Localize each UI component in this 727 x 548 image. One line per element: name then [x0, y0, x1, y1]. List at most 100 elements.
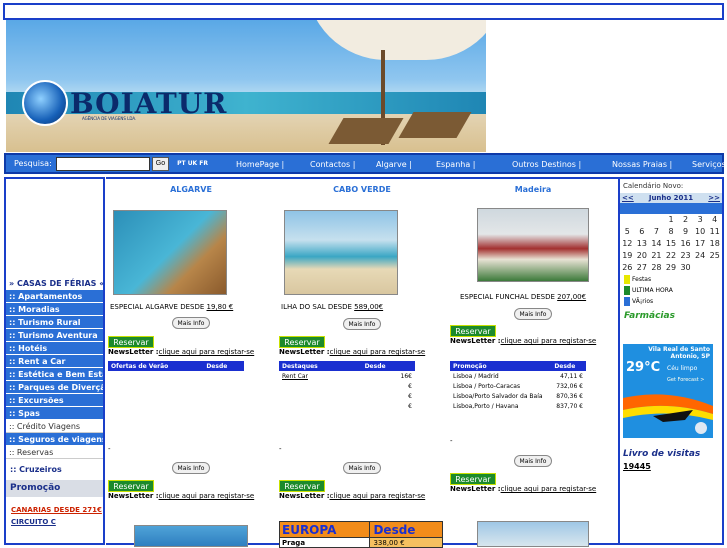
calendar-day[interactable]: [693, 262, 708, 274]
sidebar-item-turismo-aventura[interactable]: :: Turismo Aventura: [6, 329, 103, 342]
mais-info-button[interactable]: Mais Info: [343, 318, 381, 330]
table-row[interactable]: Lisboa,Porto / Havana 837,70 €: [450, 401, 586, 411]
reservar-button[interactable]: Reservar: [108, 480, 154, 492]
calendar-day[interactable]: 6: [635, 226, 650, 238]
calendar-day[interactable]: 8: [664, 226, 679, 238]
calendar-day[interactable]: 25: [707, 250, 722, 262]
mais-info-button[interactable]: Mais Info: [172, 317, 210, 329]
sidebar-item-estetica[interactable]: :: Estética e Bem Estar: [6, 368, 103, 381]
calendar-day[interactable]: 23: [678, 250, 693, 262]
reservar-button[interactable]: Reservar: [279, 480, 325, 492]
calendar-day[interactable]: 2: [678, 214, 693, 226]
calendar-day[interactable]: [707, 262, 722, 274]
sidebar-item-cruzeiros[interactable]: :: Cruzeiros: [6, 463, 103, 476]
sidebar-item-credito-viagens[interactable]: :: Crédito Viagens: [6, 420, 103, 433]
weather-forecast-link[interactable]: Get Forecast >: [667, 377, 704, 383]
reservar-button[interactable]: Reservar: [279, 336, 325, 348]
newsletter-link[interactable]: NewsLetter :clique aqui para registar-se: [450, 337, 596, 345]
europa-city[interactable]: Praga: [278, 537, 371, 548]
calendar-day[interactable]: 27: [635, 262, 650, 274]
newsletter-link[interactable]: NewsLetter :clique aqui para registar-se: [279, 348, 425, 356]
mais-info-button[interactable]: Mais Info: [514, 455, 552, 467]
sidebar-item-hoteis[interactable]: :: Hotéis: [6, 342, 103, 355]
newsletter-link[interactable]: NewsLetter :clique aqui para registar-se: [279, 492, 425, 500]
calendar-day[interactable]: 30: [678, 262, 693, 274]
calendar-day[interactable]: 22: [664, 250, 679, 262]
calendar-day[interactable]: 12: [620, 238, 635, 250]
calendar-day[interactable]: 5: [620, 226, 635, 238]
circuito-link[interactable]: CIRCUITO C: [6, 514, 103, 526]
farmacias-heading[interactable]: Farmácias: [620, 307, 722, 325]
calendar-day[interactable]: [649, 214, 664, 226]
sidebar-item-rent-a-car[interactable]: :: Rent a Car: [6, 355, 103, 368]
calendar-day[interactable]: 11: [707, 226, 722, 238]
weather-widget[interactable]: Vila Real de Santo Antonio, SP 29°C Céu …: [623, 344, 713, 438]
calendar-day[interactable]: 18: [707, 238, 722, 250]
calendar-day[interactable]: [620, 214, 635, 226]
promo-photo[interactable]: [477, 521, 589, 547]
sidebar-item-reservas[interactable]: :: Reservas: [6, 446, 103, 459]
table-row[interactable]: €: [279, 391, 415, 401]
canarias-link[interactable]: CANARIAS DESDE 271€: [6, 497, 103, 514]
calendar-day[interactable]: 7: [649, 226, 664, 238]
nav-link-contactos[interactable]: Contactos |: [310, 160, 355, 169]
livro-visitas-heading[interactable]: Livro de visitas: [623, 449, 700, 459]
sidebar-item-moradias[interactable]: :: Moradias: [6, 303, 103, 316]
newsletter-link[interactable]: NewsLetter :clique aqui para registar-se: [450, 485, 596, 493]
calendar-day[interactable]: 4: [707, 214, 722, 226]
promo-photo[interactable]: [134, 525, 248, 547]
brand-logo[interactable]: BOIATUR AGÊNCIA DE VIAGENS LDA.: [22, 80, 227, 126]
calendar-day[interactable]: 9: [678, 226, 693, 238]
newsletter-link[interactable]: NewsLetter :clique aqui para registar-se: [108, 492, 254, 500]
column-title[interactable]: CABO VERDE: [277, 185, 447, 194]
nav-link-algarve[interactable]: Algarve |: [376, 160, 412, 169]
nav-link-espanha[interactable]: Espanha |: [436, 160, 476, 169]
calendar-day[interactable]: 1: [664, 214, 679, 226]
calendar-prev-link[interactable]: <<: [622, 194, 634, 202]
newsletter-link[interactable]: NewsLetter :clique aqui para registar-se: [108, 348, 254, 356]
calendar-day[interactable]: 3: [693, 214, 708, 226]
reservar-button[interactable]: Reservar: [450, 473, 496, 485]
cabo-verde-photo[interactable]: [284, 210, 398, 295]
calendar-day[interactable]: [635, 214, 650, 226]
table-row[interactable]: Lisboa / Madrid 47,11 €: [450, 371, 586, 381]
sidebar-item-apartamentos[interactable]: :: Apartamentos: [6, 290, 103, 303]
nav-link-homepage[interactable]: HomePage |: [236, 160, 284, 169]
calendar-day[interactable]: 15: [664, 238, 679, 250]
table-row[interactable]: Lisboa / Porto-Caracas 732,06 €: [450, 381, 586, 391]
nav-link-servicos[interactable]: Serviços: [692, 160, 726, 169]
reservar-button[interactable]: Reservar: [450, 325, 496, 337]
mais-info-button[interactable]: Mais Info: [343, 462, 381, 474]
nav-link-nossas-praias[interactable]: Nossas Praias |: [612, 160, 672, 169]
sidebar-item-casas-de-ferias[interactable]: » CASAS DE FÉRIAS «: [6, 277, 103, 290]
column-title[interactable]: ALGARVE: [106, 185, 276, 194]
calendar-day[interactable]: 19: [620, 250, 635, 262]
table-row[interactable]: €: [279, 381, 415, 391]
sidebar-item-seguros[interactable]: :: Seguros de viagens: [6, 433, 103, 446]
table-row[interactable]: €: [279, 401, 415, 411]
mais-info-button[interactable]: Mais Info: [514, 308, 552, 320]
table-row[interactable]: Lisboa/Porto Salvador da Baía 870,36 €: [450, 391, 586, 401]
calendar-day[interactable]: 26: [620, 262, 635, 274]
sidebar-item-spas[interactable]: :: Spas: [6, 407, 103, 420]
search-input[interactable]: [55, 156, 150, 171]
calendar-day[interactable]: 13: [635, 238, 650, 250]
calendar-day[interactable]: 14: [649, 238, 664, 250]
calendar-day[interactable]: 17: [693, 238, 708, 250]
calendar-next-link[interactable]: >>: [708, 194, 720, 202]
table-row[interactable]: Rent Car 16€: [279, 371, 415, 381]
sidebar-item-turismo-rural[interactable]: :: Turismo Rural: [6, 316, 103, 329]
reservar-button[interactable]: Reservar: [108, 336, 154, 348]
sidebar-item-parques[interactable]: :: Parques de Diverçã: [6, 381, 103, 394]
mais-info-button[interactable]: Mais Info: [172, 462, 210, 474]
language-links[interactable]: PT UK FR: [177, 160, 208, 167]
calendar-day[interactable]: 24: [693, 250, 708, 262]
calendar-day[interactable]: 16: [678, 238, 693, 250]
calendar-day[interactable]: 29: [664, 262, 679, 274]
calendar-day[interactable]: 21: [649, 250, 664, 262]
go-button[interactable]: Go: [151, 156, 170, 171]
madeira-photo[interactable]: [477, 208, 589, 282]
algarve-photo[interactable]: [113, 210, 227, 295]
sidebar-item-excursoes[interactable]: :: Excursões: [6, 394, 103, 407]
calendar-day[interactable]: 10: [693, 226, 708, 238]
